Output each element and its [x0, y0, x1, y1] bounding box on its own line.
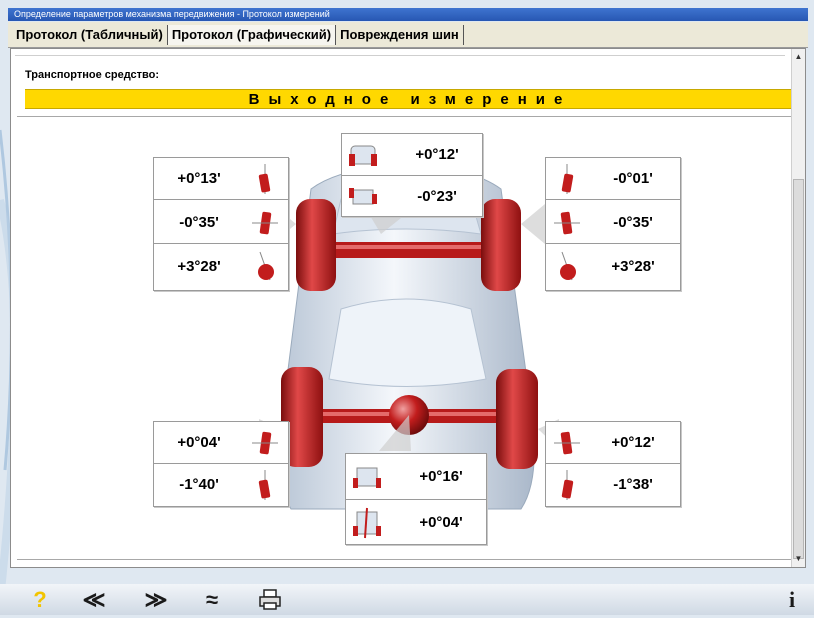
toe-icon — [252, 211, 278, 235]
front-right-caster-cell: +3°28' — [546, 246, 680, 288]
axle-toe-icon — [353, 467, 381, 488]
tab-table-protocol[interactable]: Протокол (Табличный) — [12, 24, 168, 45]
front-right-camber-value: -0°01' — [613, 170, 653, 187]
camber-icon — [258, 470, 271, 500]
front-left-camber-value: +0°13' — [177, 170, 221, 187]
info-button[interactable]: i — [776, 586, 808, 614]
front-setback-cell: -0°23' — [342, 176, 482, 218]
window-title-bar: Определение параметров механизма передви… — [8, 8, 808, 21]
forward-button[interactable]: ≫ — [140, 586, 172, 614]
rear-right-toe-value: +0°12' — [611, 434, 655, 451]
camber-icon — [561, 164, 574, 194]
front-setback-value: -0°23' — [417, 188, 457, 205]
rear-right-wheel-panel: +0°12' -1°38' — [545, 421, 681, 507]
rear-right-toe-cell: +0°12' — [546, 422, 680, 464]
rear-total-toe-cell: +0°16' — [346, 454, 486, 500]
caster-icon — [258, 251, 274, 281]
rear-axle-panel: +0°16' +0°04' — [345, 453, 487, 545]
home-button[interactable]: ≈ — [196, 586, 228, 614]
rear-thrust-value: +0°04' — [419, 514, 463, 531]
front-right-toe-cell: -0°35' — [546, 202, 680, 244]
rear-thrust-cell: +0°04' — [346, 500, 486, 546]
front-left-caster-cell: +3°28' — [154, 246, 288, 288]
front-axle-panel: +0°12' -0°23' — [341, 133, 483, 217]
report-panel: Транспортное средство: Выходное измерени… — [10, 48, 806, 568]
front-left-camber-cell: +0°13' — [154, 158, 288, 200]
back-button[interactable]: ≪ — [78, 586, 110, 614]
tab-tire-damage[interactable]: Повреждения шин — [336, 24, 464, 45]
rear-left-wheel-panel: +0°04' -1°40' — [153, 421, 289, 507]
camber-icon — [561, 470, 574, 500]
setback-icon — [349, 188, 377, 205]
rear-left-camber-cell: -1°40' — [154, 464, 288, 506]
tab-bar: Протокол (Табличный) Протокол (Графическ… — [8, 22, 808, 48]
tab-graphic-protocol[interactable]: Протокол (Графический) — [167, 24, 337, 45]
print-button[interactable] — [254, 586, 286, 614]
scroll-up-icon[interactable]: ▲ — [793, 51, 804, 63]
toe-icon — [252, 431, 278, 455]
camber-icon — [258, 164, 271, 194]
rear-right-camber-cell: -1°38' — [546, 464, 680, 506]
print-icon — [259, 589, 281, 610]
toe-icon — [554, 431, 580, 455]
toe-icon — [554, 211, 580, 235]
scroll-thumb[interactable] — [793, 179, 804, 559]
front-right-toe-value: -0°35' — [613, 214, 653, 231]
front-right-camber-cell: -0°01' — [546, 158, 680, 200]
front-right-caster-value: +3°28' — [611, 258, 655, 275]
rear-left-camber-value: -1°40' — [179, 476, 219, 493]
front-left-caster-value: +3°28' — [177, 258, 221, 275]
window-title: Определение параметров механизма передви… — [14, 9, 330, 19]
bottom-toolbar: ? ≪ ≫ ≈ i — [0, 584, 814, 615]
scroll-down-icon[interactable]: ▼ — [793, 553, 804, 565]
car-front-icon — [349, 145, 377, 166]
front-total-toe-cell: +0°12' — [342, 134, 482, 176]
front-right-wheel-panel: -0°01' -0°35' +3°28' — [545, 157, 681, 291]
front-total-toe-value: +0°12' — [415, 146, 459, 163]
rear-right-camber-value: -1°38' — [613, 476, 653, 493]
front-left-toe-cell: -0°35' — [154, 202, 288, 244]
vertical-scrollbar[interactable]: ▲ ▼ — [791, 49, 805, 567]
front-left-wheel-panel: +0°13' -0°35' +3°28' — [153, 157, 289, 291]
rear-left-toe-cell: +0°04' — [154, 422, 288, 464]
rear-total-toe-value: +0°16' — [419, 468, 463, 485]
help-button[interactable]: ? — [24, 586, 56, 614]
rear-left-toe-value: +0°04' — [177, 434, 221, 451]
caster-icon — [560, 251, 576, 281]
front-left-toe-value: -0°35' — [179, 214, 219, 231]
thrust-angle-icon — [353, 507, 381, 539]
